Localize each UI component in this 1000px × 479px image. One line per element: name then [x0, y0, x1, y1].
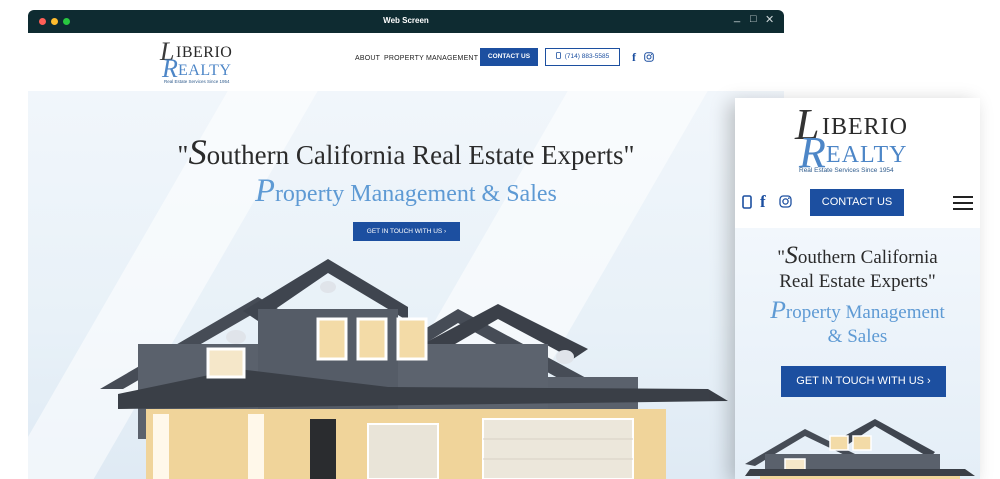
mobile-hero-heading-line2: Real Estate Experts" [779, 271, 936, 292]
mobile-hero-subheading-line1: Property Management [770, 295, 945, 324]
window-titlebar: Web Screen _ □ ✕ [28, 10, 784, 33]
nav-property-management[interactable]: PROPERTY MANAGEMENT [384, 55, 478, 62]
mobile-site-logo[interactable]: L IBERIO R EALTY Real Estate Services Si… [795, 103, 925, 178]
phone-icon[interactable] [742, 195, 752, 209]
nav-about[interactable]: ABOUT [355, 55, 380, 62]
mobile-hero-subheading-line2: & Sales [827, 326, 888, 347]
contact-us-button[interactable]: CONTACT US [480, 48, 538, 66]
house-image [100, 259, 728, 479]
logo-tagline: Real Estate Services Since 1954 [799, 167, 894, 174]
mobile-hero-heading-line1: "Southern California [777, 240, 938, 269]
logo-word-realty: EALTY [826, 142, 908, 168]
logo-word-realty: EALTY [178, 62, 232, 79]
window-title: Web Screen [383, 16, 429, 25]
hero-heading: "Southern California Real Estate Experts… [177, 132, 635, 172]
minimize-icon[interactable]: _ [734, 11, 740, 23]
logo-tagline: Real Estate Services Since 1954 [164, 79, 230, 84]
facebook-icon[interactable]: f [632, 50, 636, 65]
logo-word-liberio: IBERIO [176, 44, 233, 61]
get-in-touch-button[interactable]: GET IN TOUCH WITH US › [353, 222, 460, 241]
hero-subheading: Property Management & Sales [255, 173, 557, 209]
mobile-hero-section: "Southern California Real Estate Experts… [735, 228, 980, 479]
phone-icon [555, 52, 561, 59]
site-header: L IBERIO R EALTY Real Estate Services Si… [28, 33, 784, 91]
mobile-house-image [745, 419, 975, 479]
site-logo[interactable]: L IBERIO R EALTY Real Estate Services Si… [160, 39, 250, 85]
logo-word-liberio: IBERIO [822, 114, 908, 140]
instagram-icon[interactable] [779, 195, 792, 208]
close-icon[interactable]: ✕ [765, 13, 774, 26]
desktop-browser-window: Web Screen _ □ ✕ L IBERIO R EALTY Real E… [28, 10, 784, 479]
mobile-preview: L IBERIO R EALTY Real Estate Services Si… [735, 98, 980, 479]
instagram-icon[interactable] [644, 52, 654, 62]
facebook-icon[interactable]: f [760, 192, 766, 212]
phone-button[interactable]: (714) 883-5585 [545, 48, 620, 66]
maximize-icon[interactable]: □ [750, 13, 757, 25]
mobile-contact-us-button[interactable]: CONTACT US [810, 189, 904, 216]
phone-number: (714) 883-5585 [564, 53, 610, 60]
hamburger-menu-icon[interactable] [953, 196, 975, 210]
mobile-get-in-touch-button[interactable]: GET IN TOUCH WITH US › [781, 366, 946, 397]
hero-section: "Southern California Real Estate Experts… [28, 91, 784, 479]
